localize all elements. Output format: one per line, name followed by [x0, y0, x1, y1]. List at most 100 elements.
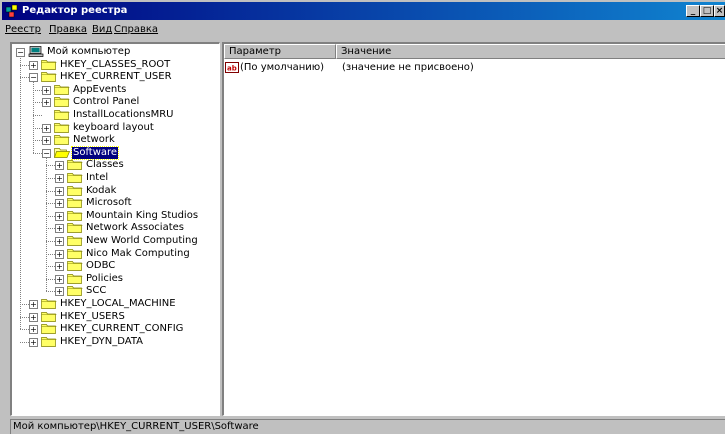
column-header-value[interactable]: Значение	[336, 44, 725, 59]
tree-node-scc[interactable]: + SCC	[12, 285, 217, 297]
tree-node-classes[interactable]: + Classes	[12, 159, 217, 171]
tree-node-hkey-current-config[interactable]: + HKEY_CURRENT_CONFIG	[12, 323, 217, 335]
expand-icon[interactable]: +	[29, 60, 38, 70]
expand-icon[interactable]: +	[55, 287, 64, 297]
folder-icon	[54, 96, 70, 108]
tree-node-label: HKEY_DYN_DATA	[60, 335, 144, 347]
tree-connector	[46, 291, 55, 293]
minimize-icon: _	[690, 6, 696, 16]
column-header-name[interactable]: Параметр	[224, 44, 336, 59]
tree-node-software[interactable]: − Software	[12, 145, 217, 160]
maximize-button[interactable]: □	[700, 5, 714, 17]
tree-node-mountain-king-studios[interactable]: + Mountain King Studios	[12, 210, 217, 222]
folder-icon	[41, 59, 57, 70]
tree-node-odbc[interactable]: + ODBC	[12, 260, 217, 272]
registry-editor-window: Редактор реестра _ □ × Реестр Правка Вид…	[0, 0, 725, 434]
tree-connector	[33, 127, 42, 129]
menu-edit[interactable]: Правка	[49, 24, 87, 35]
expand-icon[interactable]: +	[55, 274, 64, 284]
tree-connector	[33, 115, 42, 116]
tree-connector	[46, 228, 55, 230]
folder-icon	[41, 71, 57, 83]
tree-connector	[33, 140, 42, 142]
tree-connector	[33, 152, 42, 154]
values-list[interactable]: Параметр Значение ab (По умолчанию) (зна…	[222, 42, 725, 416]
folder-icon	[41, 323, 57, 335]
expand-icon[interactable]: +	[55, 161, 64, 171]
tree-node-hkey-classes-root[interactable]: + HKEY_CLASSES_ROOT	[12, 59, 217, 71]
folder-icon	[67, 260, 83, 272]
tree-node-installlocationsmru[interactable]: InstallLocationsMRU	[12, 109, 217, 121]
tree-node-microsoft[interactable]: + Microsoft	[12, 197, 217, 209]
expand-icon[interactable]: +	[29, 337, 38, 347]
tree-node-new-world-computing[interactable]: + New World Computing	[12, 235, 217, 247]
expand-icon[interactable]: +	[55, 186, 64, 196]
string-value-icon: ab	[225, 62, 239, 73]
tree-node-hkey-local-machine[interactable]: + HKEY_LOCAL_MACHINE	[12, 298, 217, 310]
tree-node-nico-mak-computing[interactable]: + Nico Mak Computing	[12, 248, 217, 260]
expand-icon[interactable]: +	[42, 98, 51, 108]
folder-icon	[67, 273, 83, 284]
folder-icon	[67, 248, 83, 259]
tree-node-hkey-current-user[interactable]: − HKEY_CURRENT_USER	[12, 71, 217, 83]
tree-node-control-panel[interactable]: + Control Panel	[12, 96, 217, 108]
tree-node-label: Microsoft	[86, 197, 132, 209]
title-bar[interactable]: Редактор реестра _ □ ×	[2, 2, 725, 20]
menu-view[interactable]: Вид	[92, 24, 112, 35]
tree-node-label: Network	[73, 134, 115, 146]
folder-icon	[67, 185, 83, 196]
expand-icon[interactable]: +	[42, 85, 51, 95]
list-item[interactable]: ab (По умолчанию) (значение не присвоено…	[224, 61, 524, 74]
tree-node-label: New World Computing	[86, 235, 198, 246]
tree-node-label: Control Panel	[73, 96, 140, 108]
tree-node-network[interactable]: + Network	[12, 134, 217, 146]
folder-icon	[41, 298, 57, 309]
tree-node-network-associates[interactable]: + Network Associates	[12, 222, 217, 234]
tree-node-appevents[interactable]: + AppEvents	[12, 84, 217, 96]
expand-icon[interactable]: +	[55, 211, 64, 221]
tree-connector	[46, 178, 55, 179]
close-button[interactable]: ×	[714, 5, 725, 17]
menu-help[interactable]: Справка	[114, 24, 158, 35]
expand-icon[interactable]: +	[55, 262, 64, 272]
tree-node-label: Network Associates	[86, 222, 184, 234]
tree-connector	[46, 241, 55, 242]
tree-node-label: AppEvents	[73, 83, 127, 95]
tree-node-label: Kodak	[86, 184, 117, 196]
tree-node-label: Mountain King Studios	[86, 209, 199, 221]
expand-icon[interactable]: +	[29, 312, 38, 322]
expand-icon[interactable]: +	[55, 174, 64, 183]
minimize-button[interactable]: _	[686, 5, 700, 17]
tree-node-label: Policies	[86, 272, 123, 284]
expand-icon[interactable]: +	[42, 136, 51, 146]
tree-connector	[46, 215, 55, 217]
expand-icon[interactable]: +	[29, 300, 38, 309]
expand-icon[interactable]: +	[55, 224, 64, 234]
tree-node-intel[interactable]: + Intel	[12, 172, 217, 184]
tree-node-kodak[interactable]: + Kodak	[12, 185, 217, 197]
tree-connector	[46, 203, 55, 205]
tree-node-label: keyboard layout	[73, 121, 154, 133]
tree-node-keyboard-layout[interactable]: + keyboard layout	[12, 122, 217, 134]
tree-connector	[20, 56, 21, 330]
maximize-icon: □	[702, 6, 712, 16]
tree-connector	[46, 156, 47, 292]
tree-connector	[20, 77, 29, 79]
expand-icon[interactable]: +	[55, 237, 64, 246]
tree-node-label: HKEY_CURRENT_USER	[60, 71, 172, 83]
tree-node-policies[interactable]: + Policies	[12, 273, 217, 285]
folder-icon	[67, 159, 83, 171]
tree-node-root[interactable]: − Мой компьютер	[12, 46, 217, 58]
tree-node-label: HKEY_CURRENT_CONFIG	[60, 323, 184, 335]
expand-icon[interactable]: +	[29, 325, 38, 335]
expand-icon[interactable]: +	[55, 249, 64, 259]
menu-registry[interactable]: Реестр	[5, 24, 41, 35]
expand-icon[interactable]: +	[55, 199, 64, 209]
folder-icon	[67, 235, 83, 246]
tree-node-hkey-dyn-data[interactable]: + HKEY_DYN_DATA	[12, 336, 217, 348]
registry-tree[interactable]: − Мой компьютер + HKEY_CLASSES_ROOT − HKEY_CU…	[10, 42, 220, 416]
close-icon: ×	[715, 6, 724, 16]
expand-icon[interactable]: +	[42, 123, 51, 133]
tree-node-hkey-users[interactable]: + HKEY_USERS	[12, 311, 217, 323]
computer-icon	[28, 46, 44, 57]
